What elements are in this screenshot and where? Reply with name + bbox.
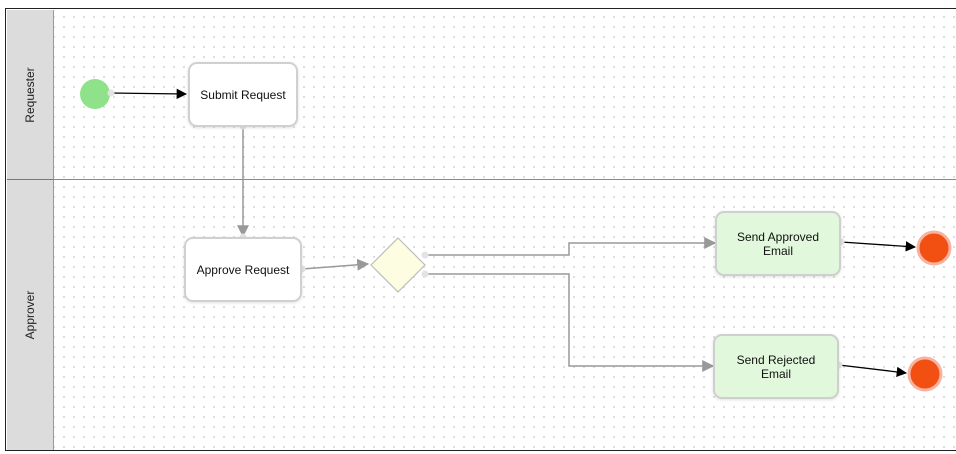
start-event[interactable]	[80, 79, 110, 109]
task-submit-request[interactable]: Submit Request	[188, 62, 298, 127]
task-approve-request[interactable]: Approve Request	[184, 237, 302, 302]
handle-dot	[421, 251, 429, 259]
handle-dot	[107, 89, 115, 97]
task-send-approved-email[interactable]: Send Approved Email	[715, 211, 841, 276]
handle-dot	[421, 270, 429, 278]
task-label: Approve Request	[196, 262, 290, 277]
task-label: Send Approved Email	[736, 229, 820, 258]
task-send-rejected-email[interactable]: Send Rejected Email	[713, 334, 839, 399]
task-label: Submit Request	[200, 87, 286, 102]
edge-send-rejected-to-end[interactable]	[838, 364, 908, 378]
edge-start-to-submit[interactable]	[110, 88, 188, 100]
edge-gateway-to-send-rejected[interactable]	[425, 273, 715, 372]
end-event-approved[interactable]	[916, 230, 952, 266]
edge-approve-to-gateway[interactable]	[301, 258, 370, 271]
task-label: Send Rejected Email	[736, 352, 816, 381]
exclusive-gateway[interactable]	[370, 237, 426, 293]
bpmn-canvas[interactable]: Requester Approver Submit Request Approv…	[0, 0, 956, 454]
edge-gateway-to-send-approved[interactable]	[425, 237, 717, 256]
edge-send-approved-to-end[interactable]	[840, 241, 917, 252]
end-event-rejected[interactable]	[907, 356, 943, 392]
